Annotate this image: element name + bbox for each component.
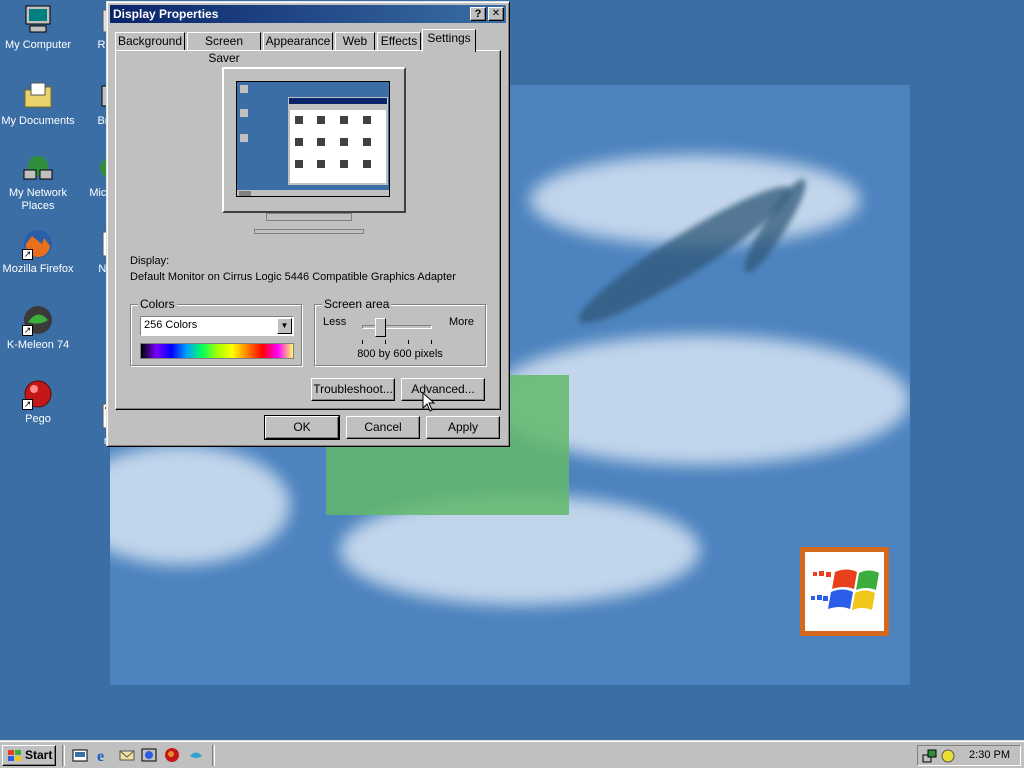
cancel-button[interactable]: Cancel: [346, 416, 420, 439]
start-button[interactable]: Start: [2, 745, 56, 766]
taskbar: Start e 2:30 PM: [0, 740, 1024, 768]
volume-tray-icon[interactable]: [940, 748, 956, 764]
system-tray: 2:30 PM: [917, 745, 1021, 766]
colors-selected-value: 256 Colors: [144, 319, 198, 331]
more-label: More: [448, 316, 474, 328]
colors-group-label: Colors: [138, 297, 177, 311]
my-computer-icon: [22, 4, 54, 36]
shortcut-arrow-icon: ↗: [22, 325, 33, 336]
dialog-title-bar[interactable]: Display Properties ? ✕: [110, 5, 506, 23]
apply-button[interactable]: Apply: [426, 416, 500, 439]
tab-background[interactable]: Background: [115, 32, 185, 51]
other-quicklaunch-icon[interactable]: [188, 747, 204, 763]
outlook-express-icon[interactable]: [119, 747, 135, 763]
screen-area-group: Screen area Less More 800 by 600 pixels: [314, 297, 486, 366]
dialog-title: Display Properties: [113, 7, 219, 21]
tab-appearance[interactable]: Appearance: [263, 32, 333, 51]
close-button[interactable]: ✕: [488, 7, 504, 21]
k-meleon-icon: ↗: [22, 304, 54, 336]
internet-explorer-icon[interactable]: e: [96, 747, 112, 763]
monitor-preview: [222, 67, 406, 213]
dropdown-arrow-button[interactable]: ▼: [277, 318, 292, 334]
color-spectrum-bar: [140, 343, 294, 359]
less-label: Less: [323, 316, 347, 328]
colors-group: Colors 256 Colors ▼: [130, 297, 302, 366]
windows-flag-icon: [8, 750, 21, 761]
tab-effects[interactable]: Effects: [377, 32, 421, 51]
display-label: Display:: [130, 255, 170, 267]
svg-text:e: e: [97, 748, 104, 763]
slider-ticks: [362, 340, 432, 344]
monitor-preview-screen: [236, 81, 390, 197]
screen-area-group-label: Screen area: [322, 297, 392, 311]
tab-screen-saver[interactable]: Screen Saver: [187, 32, 261, 65]
display-adapter-text: Default Monitor on Cirrus Logic 5446 Com…: [130, 271, 456, 283]
show-desktop-icon[interactable]: [72, 747, 88, 763]
pego-icon: ↗: [22, 378, 54, 410]
troubleshoot-button[interactable]: Troubleshoot...: [311, 378, 395, 401]
clock[interactable]: 2:30 PM: [969, 749, 1010, 761]
desktop-icon-firefox[interactable]: ↗ Mozilla Firefox: [0, 228, 76, 276]
firefox-icon: ↗: [22, 228, 54, 260]
advanced-button[interactable]: Advanced...: [401, 378, 485, 401]
network-tray-icon[interactable]: [922, 748, 938, 764]
shortcut-arrow-icon: ↗: [22, 399, 33, 410]
tab-settings[interactable]: Settings: [422, 29, 476, 52]
settings-panel: Display: Default Monitor on Cirrus Logic…: [115, 50, 501, 412]
slider-thumb[interactable]: [374, 318, 386, 337]
start-label: Start: [25, 748, 53, 762]
desktop-icon-my-computer[interactable]: My Computer: [0, 4, 76, 52]
network-places-icon: [22, 152, 54, 184]
desktop-icon-network-places[interactable]: My Network Places: [0, 152, 76, 213]
firefox-quicklaunch-icon[interactable]: [164, 747, 180, 763]
display-properties-dialog: Display Properties ? ✕ Background Screen…: [106, 1, 510, 447]
colors-dropdown[interactable]: 256 Colors ▼: [140, 316, 294, 336]
tab-web[interactable]: Web: [335, 32, 375, 51]
slider-track: [362, 325, 432, 329]
desktop: My Computer My Documents My Network Plac…: [0, 0, 1024, 740]
monitor-base: [254, 229, 364, 234]
help-button[interactable]: ?: [470, 7, 486, 21]
desktop-icon-pego[interactable]: ↗ Pego: [0, 378, 76, 426]
taskbar-separator-2: [212, 745, 215, 766]
desktop-icon-k-meleon[interactable]: ↗ K-Meleon 74: [0, 304, 76, 352]
my-documents-icon: [22, 80, 54, 112]
screen-area-slider[interactable]: [362, 318, 432, 345]
taskbar-separator: [62, 745, 65, 766]
monitor-stand: [266, 213, 352, 221]
desktop-icon-my-documents[interactable]: My Documents: [0, 80, 76, 128]
windows-logo-image: [800, 547, 889, 636]
screen-area-value: 800 by 600 pixels: [357, 348, 443, 360]
ok-button[interactable]: OK: [264, 415, 340, 440]
media-player-icon[interactable]: [141, 747, 157, 763]
shortcut-arrow-icon: ↗: [22, 249, 33, 260]
mouse-cursor-icon: [422, 392, 435, 412]
